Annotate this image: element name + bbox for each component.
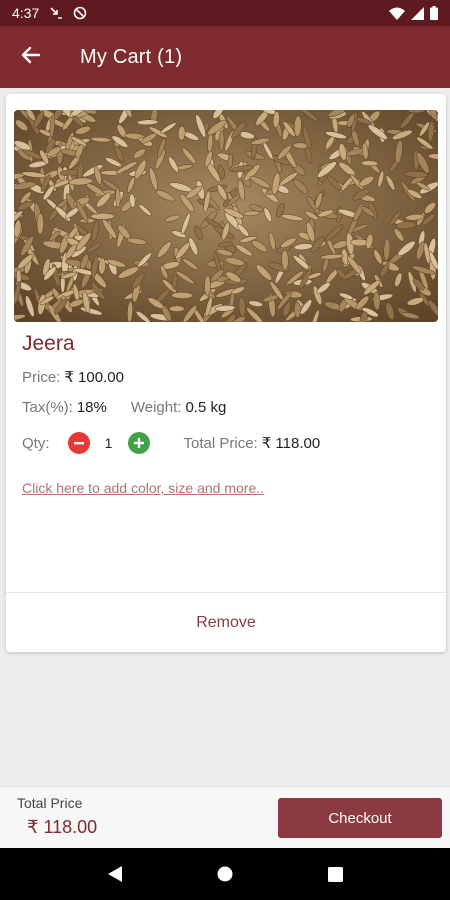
- total-price-label: Total Price: [17, 795, 83, 811]
- price-row: Price: ₹ 100.00: [22, 368, 124, 387]
- battery-icon: [430, 6, 438, 20]
- item-total-value: ₹ 118.00: [261, 435, 321, 452]
- product-name: Jeera: [22, 332, 75, 355]
- nav-back-button[interactable]: [95, 854, 135, 894]
- status-bar: 4:37: [0, 0, 450, 26]
- tax-weight-row: Tax(%): 18% Weight: 0.5 kg: [22, 399, 226, 416]
- add-options-link[interactable]: Click here to add color, size and more..: [22, 480, 264, 496]
- minus-icon: [73, 442, 84, 445]
- arrow-left-icon: [21, 45, 41, 70]
- system-nav-bar: [0, 848, 450, 900]
- price-value: ₹ 100.00: [64, 369, 124, 386]
- price-label: Price:: [22, 368, 61, 386]
- recents-square-icon: [327, 866, 343, 882]
- tax-label: Tax(%):: [22, 399, 73, 416]
- tax-value: 18%: [76, 399, 107, 416]
- nav-recents-button[interactable]: [315, 854, 355, 894]
- checkout-button[interactable]: Checkout: [278, 798, 442, 838]
- status-time: 4:37: [12, 5, 40, 21]
- back-triangle-icon: [108, 866, 122, 882]
- increase-quantity-button[interactable]: [127, 432, 150, 454]
- qty-label: Qty:: [22, 434, 50, 452]
- home-circle-icon: [217, 866, 233, 882]
- nav-home-button[interactable]: [205, 854, 245, 894]
- cumin-seeds-photo: [14, 110, 438, 322]
- product-image[interactable]: [14, 110, 438, 322]
- weight-value: 0.5 kg: [185, 399, 227, 416]
- back-button[interactable]: [0, 26, 62, 88]
- missed-call-icon: [49, 6, 63, 20]
- cart-item-card: Jeera Price: ₹ 100.00 Tax(%): 18% Weight…: [6, 94, 446, 652]
- weight-label: Weight:: [130, 399, 182, 416]
- quantity-row: Qty: 1 Total Price: ₹ 118.00: [22, 432, 320, 454]
- quantity-value: 1: [104, 435, 113, 451]
- item-total-label: Total Price:: [183, 434, 258, 452]
- wifi-icon: [389, 7, 405, 20]
- checkout-bar: Total Price ₹ 118.00 Checkout: [0, 786, 450, 848]
- decrease-quantity-button[interactable]: [67, 432, 90, 454]
- plus-icon: [133, 438, 144, 448]
- sync-off-icon: [73, 6, 87, 20]
- total-price-value: ₹ 118.00: [27, 817, 98, 837]
- cellular-signal-icon: [411, 6, 424, 20]
- page-title: My Cart (1): [80, 45, 183, 68]
- app-bar: My Cart (1): [0, 26, 450, 88]
- remove-button[interactable]: Remove: [6, 593, 446, 652]
